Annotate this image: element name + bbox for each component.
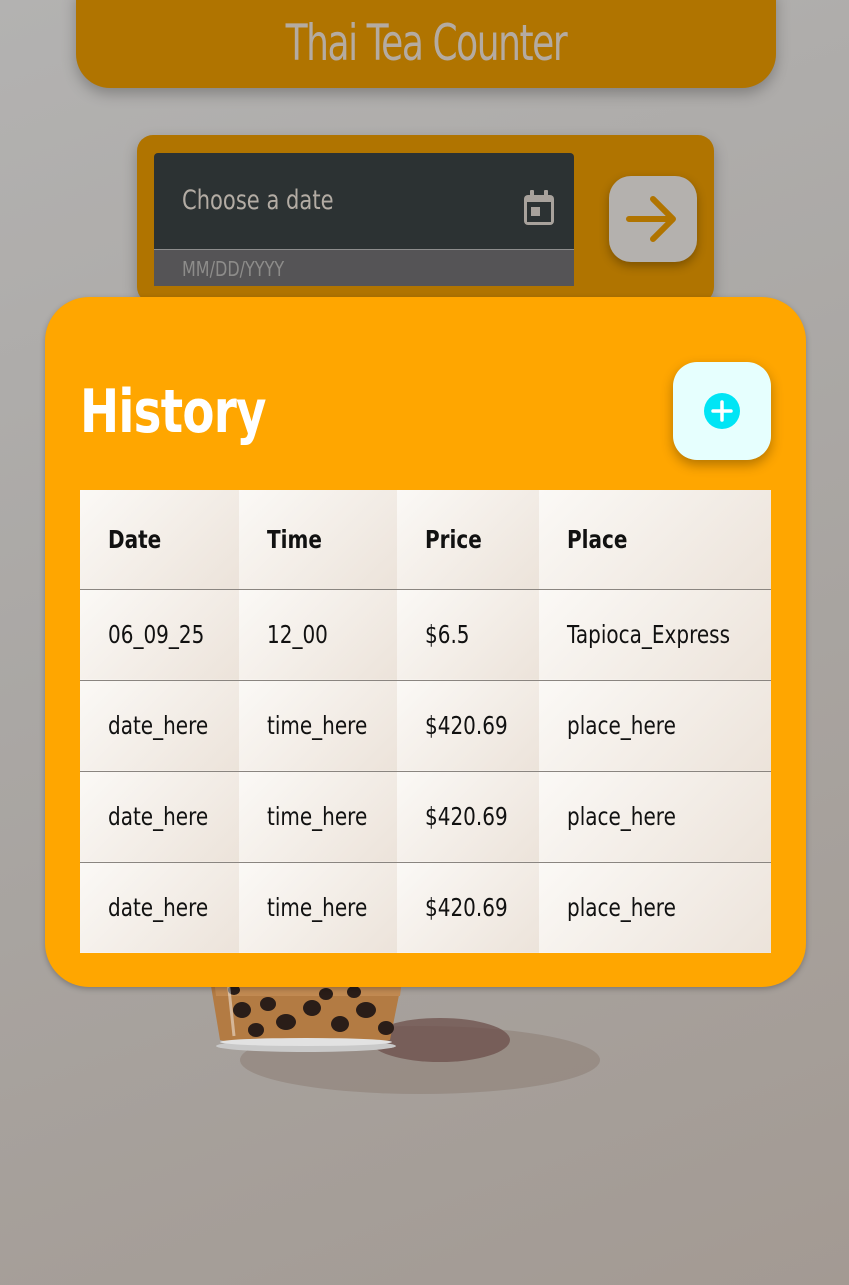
column-header-label: Date: [108, 524, 162, 554]
date-input-box[interactable]: Choose a date: [154, 153, 574, 250]
history-title: History: [80, 377, 267, 447]
cell-date: date_here: [80, 680, 240, 772]
column-header-date: Date: [80, 490, 240, 590]
cell-value: $420.69: [425, 893, 509, 923]
cell-value: 12_00: [267, 620, 328, 649]
date-input-label: Choose a date: [182, 185, 334, 216]
cell-time: time_here: [239, 680, 398, 772]
cell-time: time_here: [239, 771, 398, 863]
date-format-hint: MM/DD/YYYY: [154, 250, 574, 286]
cell-time: time_here: [239, 862, 398, 953]
calendar-icon[interactable]: [522, 189, 556, 227]
cell-date: date_here: [80, 862, 240, 953]
table-row[interactable]: date_here time_here $420.69 place_here: [80, 771, 771, 863]
cell-value: date_here: [108, 711, 209, 740]
cell-value: Tapioca_Express: [567, 620, 731, 649]
cell-value: place_here: [567, 893, 677, 923]
app-title: Thai Tea Counter: [285, 14, 568, 72]
date-selection-panel: Choose a date MM/DD/YYYY: [137, 135, 714, 303]
arrow-right-icon: [626, 196, 676, 242]
cell-time: 12_00: [239, 589, 398, 681]
table-row[interactable]: date_here time_here $420.69 place_here: [80, 680, 771, 772]
plus-circle-icon: [704, 393, 740, 429]
table-header-row: Date Time Price Place: [80, 490, 771, 590]
cell-price: $420.69: [397, 680, 540, 772]
cell-value: $420.69: [425, 711, 509, 740]
cell-price: $6.5: [397, 589, 540, 681]
cell-price: $420.69: [397, 771, 540, 863]
history-card: History Date Time Price Place 06_09_25 1…: [45, 297, 806, 987]
app-header: Thai Tea Counter: [76, 0, 776, 88]
column-header-label: Place: [567, 524, 628, 554]
cell-date: 06_09_25: [80, 589, 240, 681]
cell-value: place_here: [567, 711, 677, 740]
column-header-label: Price: [425, 524, 483, 554]
cell-place: place_here: [539, 771, 771, 863]
cell-price: $420.69: [397, 862, 540, 953]
cell-value: $6.5: [425, 620, 471, 649]
column-header-label: Time: [267, 524, 322, 554]
cell-value: time_here: [267, 802, 368, 831]
cell-place: place_here: [539, 680, 771, 772]
cell-value: place_here: [567, 802, 677, 831]
cell-value: time_here: [267, 711, 368, 740]
add-entry-button[interactable]: [673, 362, 771, 460]
cell-value: date_here: [108, 893, 209, 923]
cell-value: $420.69: [425, 802, 509, 831]
cell-place: place_here: [539, 862, 771, 953]
table-row[interactable]: 06_09_25 12_00 $6.5 Tapioca_Express: [80, 589, 771, 681]
cell-value: time_here: [267, 893, 368, 923]
column-header-time: Time: [239, 490, 398, 590]
history-table: Date Time Price Place 06_09_25 12_00 $6.…: [80, 490, 771, 953]
date-placeholder-text: MM/DD/YYYY: [182, 257, 285, 281]
column-header-place: Place: [539, 490, 771, 590]
submit-date-button[interactable]: [609, 176, 697, 262]
date-input-field[interactable]: Choose a date MM/DD/YYYY: [154, 153, 574, 286]
cell-place: Tapioca_Express: [539, 589, 771, 681]
cell-date: date_here: [80, 771, 240, 863]
cell-value: date_here: [108, 802, 209, 831]
table-row[interactable]: date_here time_here $420.69 place_here: [80, 862, 771, 953]
cell-value: 06_09_25: [108, 620, 205, 649]
column-header-price: Price: [397, 490, 540, 590]
